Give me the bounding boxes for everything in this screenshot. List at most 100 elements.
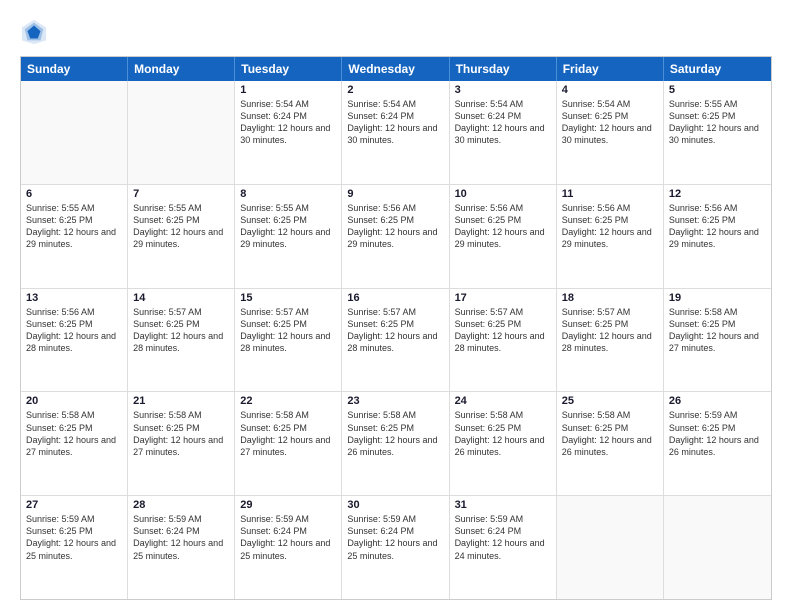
day-number: 14 [133,292,229,304]
calendar-cell: 15 Sunrise: 5:57 AM Sunset: 6:25 PM Dayli… [235,289,342,392]
day-info: Sunrise: 5:56 AM Sunset: 6:25 PM Dayligh… [669,202,766,251]
calendar-cell [21,81,128,184]
day-info: Sunrise: 5:56 AM Sunset: 6:25 PM Dayligh… [347,202,443,251]
calendar-cell: 29 Sunrise: 5:59 AM Sunset: 6:24 PM Dayli… [235,496,342,599]
calendar-cell: 26Sunrise: 5:59 AM Sunset: 6:25 PM Dayli… [664,392,771,495]
day-info: Sunrise: 5:58 AM Sunset: 6:25 PM Dayligh… [26,409,122,458]
day-number: 18 [562,292,658,304]
day-number: 20 [26,395,122,407]
day-info: Sunrise: 5:55 AM Sunset: 6:25 PM Dayligh… [133,202,229,251]
week-row-4: 20 Sunrise: 5:58 AM Sunset: 6:25 PM Dayli… [21,392,771,496]
calendar-cell: 31 Sunrise: 5:59 AM Sunset: 6:24 PM Dayli… [450,496,557,599]
day-info: Sunrise: 5:55 AM Sunset: 6:25 PM Dayligh… [26,202,122,251]
calendar-cell: 18 Sunrise: 5:57 AM Sunset: 6:25 PM Dayli… [557,289,664,392]
calendar-cell: 11 Sunrise: 5:56 AM Sunset: 6:25 PM Dayli… [557,185,664,288]
day-number: 21 [133,395,229,407]
day-info: Sunrise: 5:57 AM Sunset: 6:25 PM Dayligh… [133,306,229,355]
calendar-cell: 10 Sunrise: 5:56 AM Sunset: 6:25 PM Dayli… [450,185,557,288]
calendar-cell: 13 Sunrise: 5:56 AM Sunset: 6:25 PM Dayli… [21,289,128,392]
header-tuesday: Tuesday [235,57,342,81]
day-number: 6 [26,188,122,200]
day-info: Sunrise: 5:56 AM Sunset: 6:25 PM Dayligh… [455,202,551,251]
calendar-cell: 7 Sunrise: 5:55 AM Sunset: 6:25 PM Daylig… [128,185,235,288]
day-info: Sunrise: 5:56 AM Sunset: 6:25 PM Dayligh… [26,306,122,355]
day-number: 9 [347,188,443,200]
day-number: 24 [455,395,551,407]
day-info: Sunrise: 5:54 AM Sunset: 6:24 PM Dayligh… [240,98,336,147]
day-number: 10 [455,188,551,200]
day-info: Sunrise: 5:59 AM Sunset: 6:24 PM Dayligh… [133,513,229,562]
day-number: 29 [240,499,336,511]
day-number: 13 [26,292,122,304]
calendar: Sunday Monday Tuesday Wednesday Thursday… [20,56,772,600]
day-info: Sunrise: 5:54 AM Sunset: 6:25 PM Dayligh… [562,98,658,147]
calendar-cell: 27 Sunrise: 5:59 AM Sunset: 6:25 PM Dayli… [21,496,128,599]
day-number: 1 [240,84,336,96]
day-info: Sunrise: 5:57 AM Sunset: 6:25 PM Dayligh… [240,306,336,355]
day-info: Sunrise: 5:54 AM Sunset: 6:24 PM Dayligh… [455,98,551,147]
calendar-cell [557,496,664,599]
calendar-cell: 4 Sunrise: 5:54 AM Sunset: 6:25 PM Daylig… [557,81,664,184]
day-info: Sunrise: 5:59 AM Sunset: 6:25 PM Dayligh… [26,513,122,562]
calendar-cell: 24 Sunrise: 5:58 AM Sunset: 6:25 PM Dayli… [450,392,557,495]
day-number: 16 [347,292,443,304]
day-number: 12 [669,188,766,200]
header-sunday: Sunday [21,57,128,81]
calendar-cell [664,496,771,599]
week-row-1: 1 Sunrise: 5:54 AM Sunset: 6:24 PM Daylig… [21,81,771,185]
day-info: Sunrise: 5:55 AM Sunset: 6:25 PM Dayligh… [240,202,336,251]
day-number: 11 [562,188,658,200]
calendar-cell: 28 Sunrise: 5:59 AM Sunset: 6:24 PM Dayli… [128,496,235,599]
header-friday: Friday [557,57,664,81]
calendar-cell: 9 Sunrise: 5:56 AM Sunset: 6:25 PM Daylig… [342,185,449,288]
day-number: 2 [347,84,443,96]
day-number: 7 [133,188,229,200]
header-monday: Monday [128,57,235,81]
day-number: 8 [240,188,336,200]
calendar-cell: 19 Sunrise: 5:58 AM Sunset: 6:25 PM Dayli… [664,289,771,392]
day-number: 27 [26,499,122,511]
calendar-cell: 6 Sunrise: 5:55 AM Sunset: 6:25 PM Daylig… [21,185,128,288]
day-number: 31 [455,499,551,511]
header-wednesday: Wednesday [342,57,449,81]
calendar-header: Sunday Monday Tuesday Wednesday Thursday… [21,57,771,81]
day-info: Sunrise: 5:59 AM Sunset: 6:24 PM Dayligh… [240,513,336,562]
calendar-cell [128,81,235,184]
day-info: Sunrise: 5:58 AM Sunset: 6:25 PM Dayligh… [347,409,443,458]
day-info: Sunrise: 5:58 AM Sunset: 6:25 PM Dayligh… [240,409,336,458]
calendar-cell: 20 Sunrise: 5:58 AM Sunset: 6:25 PM Dayli… [21,392,128,495]
day-info: Sunrise: 5:59 AM Sunset: 6:24 PM Dayligh… [347,513,443,562]
day-info: Sunrise: 5:55 AM Sunset: 6:25 PM Dayligh… [669,98,766,147]
day-number: 4 [562,84,658,96]
day-number: 17 [455,292,551,304]
calendar-cell: 17Sunrise: 5:57 AM Sunset: 6:25 PM Dayli… [450,289,557,392]
day-number: 19 [669,292,766,304]
day-number: 3 [455,84,551,96]
calendar-cell: 1 Sunrise: 5:54 AM Sunset: 6:24 PM Daylig… [235,81,342,184]
day-number: 23 [347,395,443,407]
header [20,18,772,46]
calendar-cell: 25Sunrise: 5:58 AM Sunset: 6:25 PM Dayli… [557,392,664,495]
day-info: Sunrise: 5:58 AM Sunset: 6:25 PM Dayligh… [133,409,229,458]
day-number: 22 [240,395,336,407]
calendar-cell: 12 Sunrise: 5:56 AM Sunset: 6:25 PM Dayli… [664,185,771,288]
calendar-cell: 23 Sunrise: 5:58 AM Sunset: 6:25 PM Dayli… [342,392,449,495]
week-row-5: 27 Sunrise: 5:59 AM Sunset: 6:25 PM Dayli… [21,496,771,599]
header-thursday: Thursday [450,57,557,81]
day-number: 26 [669,395,766,407]
day-info: Sunrise: 5:59 AM Sunset: 6:24 PM Dayligh… [455,513,551,562]
logo [20,18,52,46]
day-info: Sunrise: 5:56 AM Sunset: 6:25 PM Dayligh… [562,202,658,251]
calendar-cell: 16 Sunrise: 5:57 AM Sunset: 6:25 PM Dayli… [342,289,449,392]
day-info: Sunrise: 5:57 AM Sunset: 6:25 PM Dayligh… [562,306,658,355]
day-number: 28 [133,499,229,511]
day-info: Sunrise: 5:57 AM Sunset: 6:25 PM Dayligh… [347,306,443,355]
day-number: 15 [240,292,336,304]
calendar-cell: 22 Sunrise: 5:58 AM Sunset: 6:25 PM Dayli… [235,392,342,495]
day-info: Sunrise: 5:58 AM Sunset: 6:25 PM Dayligh… [455,409,551,458]
day-info: Sunrise: 5:58 AM Sunset: 6:25 PM Dayligh… [669,306,766,355]
calendar-cell: 21 Sunrise: 5:58 AM Sunset: 6:25 PM Dayli… [128,392,235,495]
day-number: 30 [347,499,443,511]
calendar-cell: 2Sunrise: 5:54 AM Sunset: 6:24 PM Daylig… [342,81,449,184]
calendar-cell: 3 Sunrise: 5:54 AM Sunset: 6:24 PM Daylig… [450,81,557,184]
